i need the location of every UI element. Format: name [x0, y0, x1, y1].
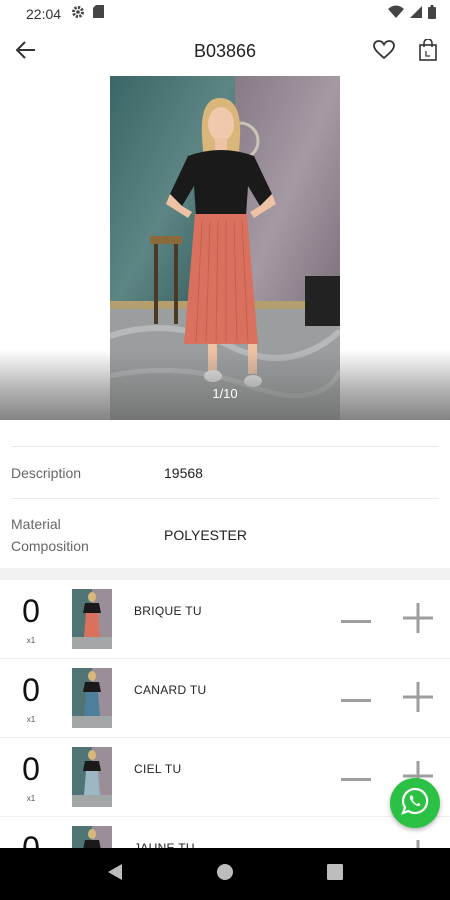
heart-icon	[373, 39, 395, 65]
recents-square-icon	[327, 863, 343, 885]
wifi-icon	[388, 5, 404, 23]
nav-home-button[interactable]	[205, 854, 245, 894]
increase-quantity-button[interactable]	[400, 681, 436, 717]
material-row: Material Composition POLYESTER	[11, 498, 439, 570]
material-label-line2: Composition	[11, 537, 89, 554]
image-counter: 1/10	[212, 386, 238, 401]
battery-icon	[428, 4, 436, 24]
status-time: 22:04	[26, 6, 62, 22]
variant-quantity: 0	[22, 593, 40, 629]
variant-thumbnail-skirt	[84, 613, 100, 637]
nav-recents-button[interactable]	[315, 854, 355, 894]
gallery-fade	[0, 350, 450, 420]
back-triangle-icon	[107, 863, 123, 886]
variant-row: 0 x1 BRIQUE TU	[0, 580, 450, 659]
variant-row: 0 x1 CANARD TU	[0, 659, 450, 738]
minus-icon	[341, 769, 371, 787]
plus-icon	[403, 681, 433, 717]
product-image-gallery[interactable]: 1/10	[0, 76, 450, 420]
whatsapp-button[interactable]	[390, 778, 440, 828]
sd-card-icon	[93, 5, 105, 23]
favorite-button[interactable]	[362, 28, 406, 76]
back-arrow-icon	[15, 40, 36, 64]
gear-icon	[71, 5, 85, 24]
decrease-quantity-button[interactable]	[338, 681, 374, 717]
variant-thumbnail[interactable]	[72, 589, 112, 649]
product-details: Description 19568 Material Composition P…	[11, 446, 439, 570]
variant-thumbnail[interactable]	[72, 668, 112, 728]
variant-name: CANARD TU	[134, 683, 207, 697]
shopping-bag-icon	[419, 37, 437, 66]
increase-quantity-button[interactable]	[400, 602, 436, 638]
variant-thumbnail[interactable]	[72, 747, 112, 807]
material-value: POLYESTER	[164, 526, 247, 543]
material-label-line1: Material	[11, 515, 61, 532]
minus-icon	[341, 690, 371, 708]
decrease-quantity-button[interactable]	[338, 760, 374, 796]
decrease-quantity-button[interactable]	[338, 602, 374, 638]
description-value: 19568	[164, 464, 203, 481]
minus-icon	[341, 611, 371, 629]
description-row: Description 19568	[11, 446, 439, 498]
cart-button[interactable]	[406, 28, 450, 76]
home-circle-icon	[216, 863, 234, 886]
material-label: Material Composition	[11, 513, 164, 557]
variant-name: BRIQUE TU	[134, 604, 202, 618]
whatsapp-icon	[400, 786, 430, 821]
variant-name: CIEL TU	[134, 762, 182, 776]
variant-quantity: 0	[22, 751, 40, 787]
plus-icon	[403, 602, 433, 638]
variant-unit: x1	[26, 715, 36, 724]
section-divider	[0, 568, 450, 580]
status-bar: 22:04	[0, 0, 450, 28]
variant-unit: x1	[26, 794, 36, 803]
back-button[interactable]	[0, 28, 52, 76]
description-label: Description	[11, 464, 82, 481]
variant-row: 0 x1 CIEL TU	[0, 738, 450, 817]
signal-icon	[410, 5, 422, 23]
navigation-bar	[0, 848, 450, 900]
variant-quantity: 0	[22, 672, 40, 708]
variant-unit: x1	[26, 636, 36, 645]
app-bar: B03866	[0, 28, 450, 76]
nav-back-button[interactable]	[95, 854, 135, 894]
